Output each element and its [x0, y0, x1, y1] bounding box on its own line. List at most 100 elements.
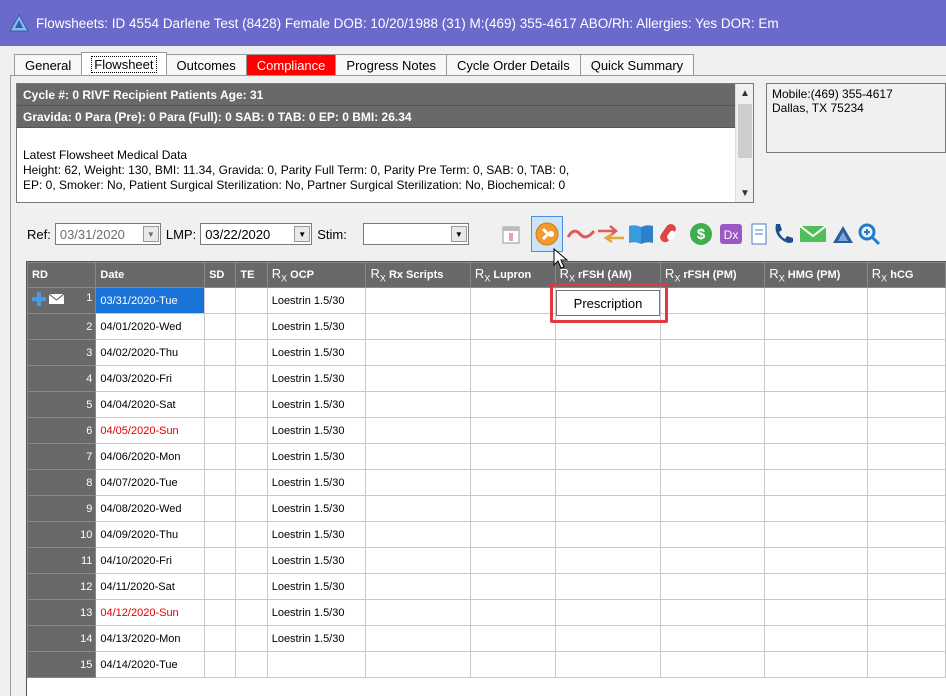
rx-scripts-cell[interactable]	[365, 495, 471, 522]
lupron-cell[interactable]	[469, 417, 556, 444]
rx-scripts-cell[interactable]	[365, 339, 471, 366]
search-icon[interactable]	[853, 216, 885, 252]
rd-cell[interactable]: 9	[27, 495, 97, 522]
hmg-pm-cell[interactable]	[764, 365, 868, 392]
rd-cell[interactable]: 12	[27, 573, 97, 600]
hcg-cell[interactable]	[866, 313, 946, 340]
chevron-down-icon[interactable]: ▼	[142, 226, 159, 242]
rd-cell[interactable]: 11	[27, 547, 97, 574]
tab-quick-summary[interactable]: Quick Summary	[579, 54, 695, 76]
rd-cell[interactable]: 5	[27, 391, 97, 418]
prescription-icon[interactable]	[531, 216, 563, 252]
hcg-cell[interactable]	[866, 521, 946, 548]
info-scrollbar[interactable]: ▲ ▼	[735, 84, 753, 202]
rfsh-am-cell[interactable]	[554, 365, 661, 392]
lmp-date-combo[interactable]: 03/22/2020 ▼	[200, 223, 313, 245]
rfsh-am-cell[interactable]	[554, 495, 661, 522]
hmg-pm-cell[interactable]	[764, 547, 868, 574]
scroll-up-icon[interactable]: ▲	[736, 84, 754, 102]
hmg-pm-cell[interactable]	[764, 625, 868, 652]
te-cell[interactable]	[235, 495, 268, 522]
date-cell[interactable]: 04/03/2020-Fri	[95, 365, 206, 392]
rfsh-am-cell[interactable]	[554, 469, 661, 496]
sd-cell[interactable]	[204, 365, 237, 392]
rfsh-am-cell[interactable]	[554, 573, 661, 600]
date-cell[interactable]: 04/01/2020-Wed	[95, 313, 206, 340]
hmg-pm-cell[interactable]	[764, 287, 868, 314]
rx-scripts-cell[interactable]	[365, 391, 471, 418]
table-row[interactable]: 11 04/10/2020-Fri Loestrin 1.5/30	[27, 547, 946, 574]
calendar-icon[interactable]	[495, 216, 527, 252]
rfsh-pm-cell[interactable]	[659, 469, 766, 496]
lupron-cell[interactable]	[469, 443, 556, 470]
rfsh-am-cell[interactable]	[554, 339, 661, 366]
date-cell[interactable]: 04/10/2020-Fri	[95, 547, 206, 574]
column-header[interactable]: Date	[95, 262, 206, 288]
arrows-icon[interactable]	[595, 216, 627, 252]
lupron-cell[interactable]	[469, 625, 556, 652]
ocp-cell[interactable]: Loestrin 1.5/30	[266, 417, 367, 444]
ocp-cell[interactable]: Loestrin 1.5/30	[266, 443, 367, 470]
rfsh-pm-cell[interactable]	[659, 417, 766, 444]
rfsh-am-cell[interactable]	[554, 625, 661, 652]
ocp-cell[interactable]: Loestrin 1.5/30	[266, 469, 367, 496]
ocp-cell[interactable]: Loestrin 1.5/30	[266, 391, 367, 418]
rfsh-am-cell[interactable]	[554, 651, 661, 678]
te-cell[interactable]	[235, 599, 268, 626]
ocp-cell[interactable]: Loestrin 1.5/30	[266, 495, 367, 522]
te-cell[interactable]	[235, 651, 268, 678]
te-cell[interactable]	[235, 443, 268, 470]
hmg-pm-cell[interactable]	[764, 443, 868, 470]
rfsh-pm-cell[interactable]	[659, 365, 766, 392]
sd-cell[interactable]	[204, 417, 237, 444]
rd-cell[interactable]: 8	[27, 469, 97, 496]
rfsh-pm-cell[interactable]	[659, 443, 766, 470]
sd-cell[interactable]	[204, 469, 237, 496]
column-header[interactable]: RX Lupron	[469, 262, 556, 288]
tab-flowsheet[interactable]: Flowsheet	[81, 52, 167, 76]
table-row[interactable]: 6 04/05/2020-Sun Loestrin 1.5/30	[27, 417, 946, 444]
date-cell[interactable]: 04/13/2020-Mon	[95, 625, 206, 652]
hmg-pm-cell[interactable]	[764, 313, 868, 340]
ocp-cell[interactable]: Loestrin 1.5/30	[266, 625, 367, 652]
te-cell[interactable]	[235, 469, 268, 496]
date-cell[interactable]: 04/09/2020-Thu	[95, 521, 206, 548]
date-cell[interactable]: 04/14/2020-Tue	[95, 651, 206, 678]
hmg-pm-cell[interactable]	[764, 521, 868, 548]
sd-cell[interactable]	[204, 495, 237, 522]
hcg-cell[interactable]	[866, 287, 946, 314]
rfsh-pm-cell[interactable]	[659, 287, 766, 314]
rx-scripts-cell[interactable]	[365, 443, 471, 470]
hcg-cell[interactable]	[866, 547, 946, 574]
date-cell[interactable]: 04/02/2020-Thu	[95, 339, 206, 366]
ref-date-combo[interactable]: 03/31/2020 ▼	[54, 223, 161, 245]
te-cell[interactable]	[235, 313, 268, 340]
table-row[interactable]: 7 04/06/2020-Mon Loestrin 1.5/30	[27, 443, 946, 470]
table-row[interactable]: 8 04/07/2020-Tue Loestrin 1.5/30	[27, 469, 946, 496]
ocp-cell[interactable]: Loestrin 1.5/30	[266, 521, 367, 548]
column-header[interactable]: RX Rx Scripts	[365, 262, 471, 288]
pill-icon[interactable]	[655, 216, 687, 252]
mail-icon[interactable]	[797, 216, 829, 252]
tab-compliance[interactable]: Compliance	[245, 54, 337, 76]
table-row[interactable]: 14 04/13/2020-Mon Loestrin 1.5/30	[27, 625, 946, 652]
hcg-cell[interactable]	[866, 625, 946, 652]
rx-scripts-cell[interactable]	[365, 469, 471, 496]
hcg-cell[interactable]	[866, 495, 946, 522]
sd-cell[interactable]	[204, 547, 237, 574]
hcg-cell[interactable]	[866, 573, 946, 600]
date-cell[interactable]: 04/08/2020-Wed	[95, 495, 206, 522]
table-row[interactable]: 4 04/03/2020-Fri Loestrin 1.5/30	[27, 365, 946, 392]
rx-scripts-cell[interactable]	[365, 521, 471, 548]
table-row[interactable]: 13 04/12/2020-Sun Loestrin 1.5/30	[27, 599, 946, 626]
date-cell[interactable]: 03/31/2020-Tue	[95, 287, 206, 314]
rx-scripts-cell[interactable]	[365, 417, 471, 444]
table-row[interactable]: 9 04/08/2020-Wed Loestrin 1.5/30	[27, 495, 946, 522]
rd-cell[interactable]: 3	[27, 339, 97, 366]
ocp-cell[interactable]: Loestrin 1.5/30	[266, 287, 367, 314]
sd-cell[interactable]	[204, 443, 237, 470]
hmg-pm-cell[interactable]	[764, 391, 868, 418]
lupron-cell[interactable]	[469, 651, 556, 678]
hmg-pm-cell[interactable]	[764, 573, 868, 600]
column-header[interactable]: RD	[27, 262, 97, 288]
